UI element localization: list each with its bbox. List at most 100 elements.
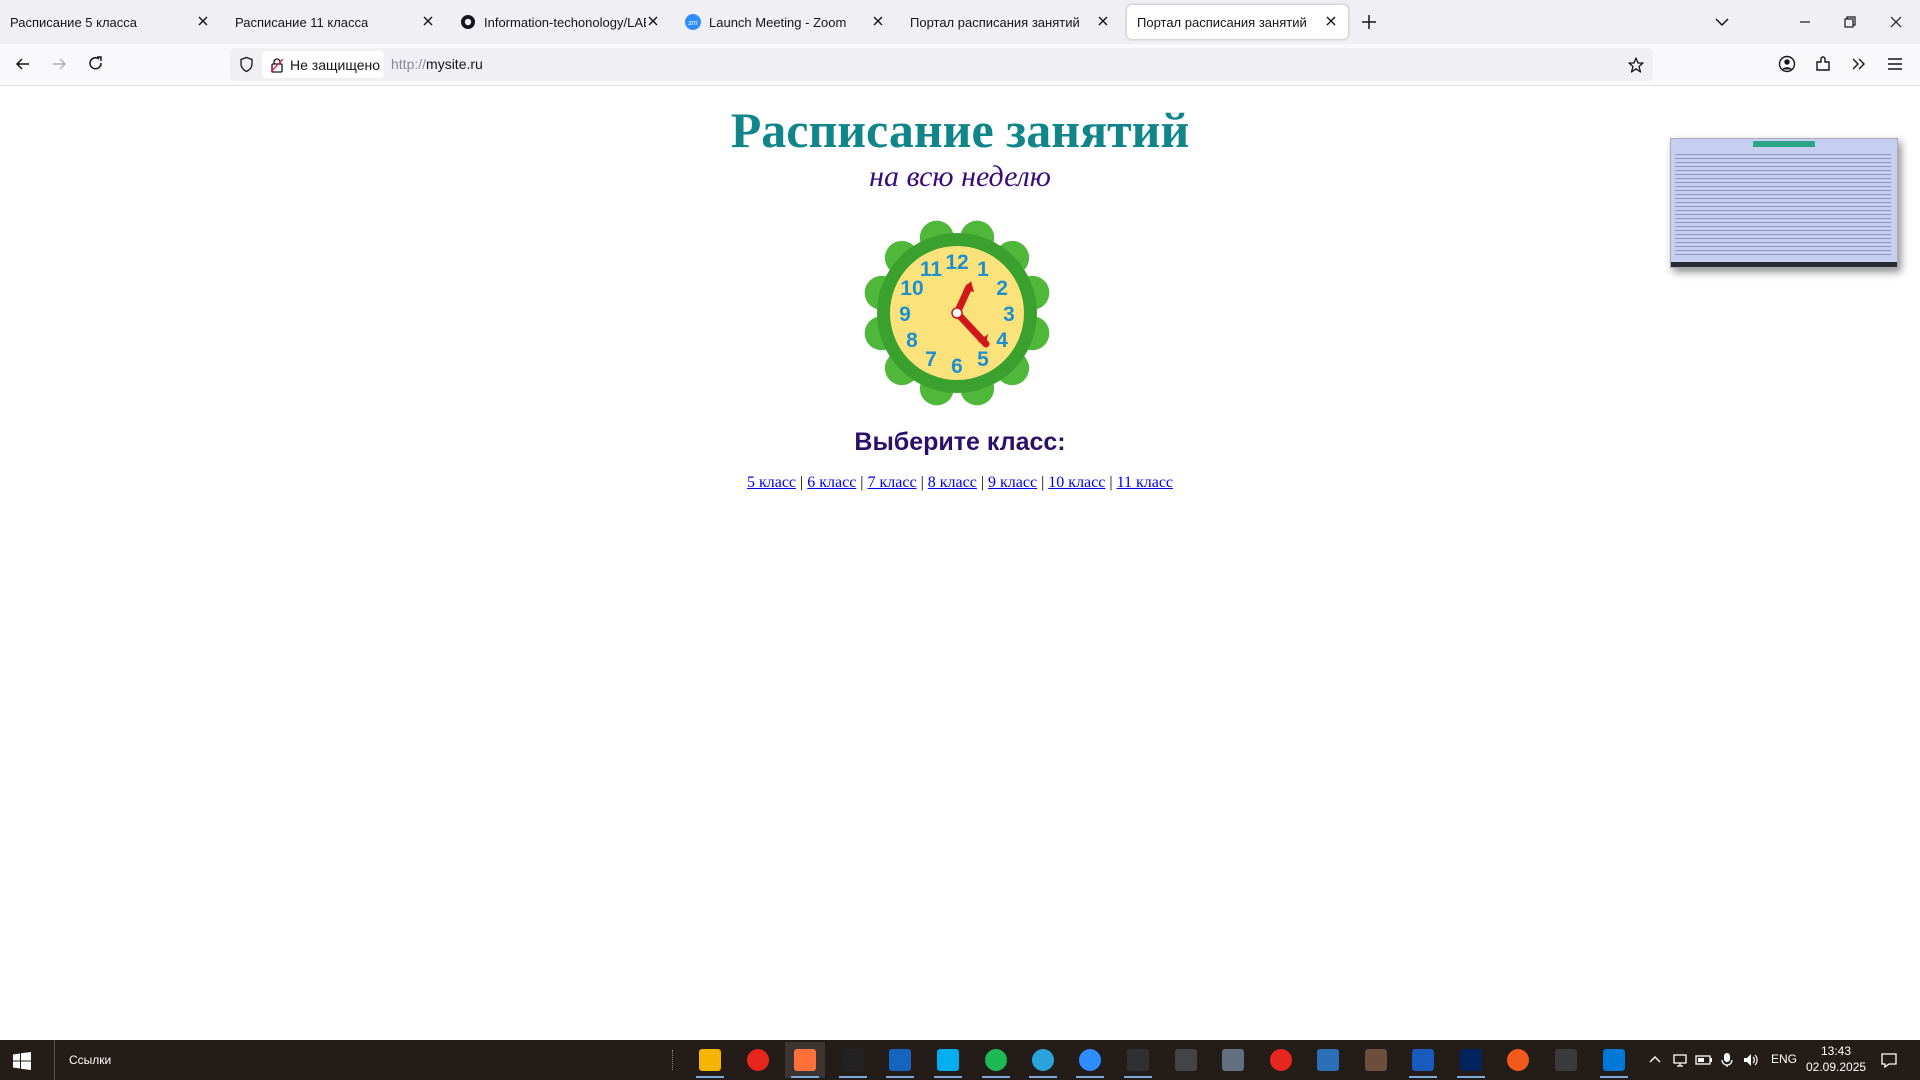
taskbar-app-firefox[interactable]	[785, 1042, 825, 1078]
running-indicator	[1029, 1076, 1057, 1078]
taskbar-app-zoom[interactable]	[1070, 1042, 1110, 1078]
shield-icon[interactable]	[238, 56, 255, 73]
tab-strip: Расписание 5 класса Расписание 11 класса…	[0, 0, 1920, 44]
network-icon[interactable]	[1672, 1052, 1688, 1068]
running-indicator	[1409, 1076, 1437, 1078]
running-indicator	[1124, 1076, 1152, 1078]
taskbar-app-obs[interactable]	[1118, 1042, 1158, 1078]
overflow-menu-icon[interactable]	[1849, 54, 1869, 74]
reload-icon[interactable]	[86, 54, 106, 74]
close-icon[interactable]	[1324, 14, 1338, 28]
account-icon[interactable]	[1777, 54, 1797, 74]
new-tab-icon[interactable]	[1360, 13, 1378, 31]
clock-digit-3: 3	[1003, 303, 1015, 326]
vscode-icon	[1603, 1049, 1625, 1071]
clock-digit-9: 9	[899, 303, 911, 326]
tray-time: 13:43	[1820, 1044, 1852, 1058]
restore-icon[interactable]	[1840, 12, 1860, 32]
tab-title: Портал расписания занятий	[1137, 14, 1307, 30]
class-link-8[interactable]: 8 класс	[928, 474, 977, 491]
running-indicator	[791, 1076, 819, 1078]
hamburger-menu-icon[interactable]	[1885, 54, 1905, 74]
extensions-icon[interactable]	[1813, 54, 1833, 74]
taskbar-app-cloud[interactable]	[1308, 1042, 1348, 1078]
site-security-button[interactable]: Не защищено	[262, 51, 384, 78]
taskbar-app-vscode[interactable]	[1594, 1042, 1634, 1078]
link-separator: |	[860, 474, 864, 491]
clock-tray[interactable]: 13:43 02.09.2025	[1806, 1043, 1866, 1075]
volume-icon[interactable]	[1742, 1052, 1760, 1068]
list-all-tabs-icon[interactable]	[1712, 12, 1732, 32]
language-indicator[interactable]: ENG	[1771, 1052, 1797, 1066]
microphone-icon[interactable]	[1720, 1052, 1734, 1068]
taskbar-app-screenshot[interactable]	[1356, 1042, 1396, 1078]
battery-icon[interactable]	[1695, 1052, 1713, 1068]
cloud-icon	[1317, 1049, 1339, 1071]
taskbar-app-app[interactable]	[1498, 1042, 1538, 1078]
powershell-icon	[1460, 1049, 1482, 1071]
floating-screenshot-preview[interactable]	[1670, 138, 1898, 268]
class-link-6[interactable]: 6 класс	[807, 474, 856, 491]
running-indicator	[934, 1076, 962, 1078]
telegram-icon	[1032, 1049, 1054, 1071]
clock-digit-1: 1	[977, 258, 989, 281]
class-link-7[interactable]: 7 класс	[868, 474, 917, 491]
windows-start-icon[interactable]	[12, 1051, 32, 1071]
forward-arrow-icon[interactable]	[49, 54, 69, 74]
url-host: mysite.ru	[426, 56, 483, 72]
libreoffice-icon	[889, 1049, 911, 1071]
security-label: Не защищено	[290, 56, 380, 73]
link-separator: |	[980, 474, 985, 491]
class-links: 5 класс | 6 класс | 7 класс | 8 класс | 9 класс |…	[0, 474, 1920, 492]
tab-schedule-5[interactable]: Расписание 5 класса	[0, 5, 220, 39]
taskbar-app-spotify[interactable]	[976, 1042, 1016, 1078]
notifications-icon[interactable]	[1880, 1051, 1898, 1069]
minimize-icon[interactable]	[1795, 12, 1815, 32]
chevron-up-icon[interactable]	[1648, 1053, 1662, 1067]
zoom-icon: zm	[685, 14, 701, 30]
clock-digit-5: 5	[977, 348, 989, 371]
tab-title: Information-techonology/LAB1	[484, 14, 646, 30]
back-arrow-icon[interactable]	[13, 54, 33, 74]
clock-center-pin	[951, 307, 963, 319]
class-link-11[interactable]: 11 класс	[1117, 474, 1173, 491]
close-icon[interactable]	[1096, 14, 1110, 28]
links-toolbar[interactable]: Ссылки	[54, 1040, 111, 1080]
class-link-9[interactable]: 9 класс	[988, 474, 1037, 491]
close-window-icon[interactable]	[1886, 12, 1906, 32]
toolbar-grip	[672, 1050, 675, 1070]
zoom-icon	[1079, 1049, 1101, 1071]
taskbar-app-image-viewer[interactable]	[1213, 1042, 1253, 1078]
tab-portal-active[interactable]: Портал расписания занятий	[1127, 5, 1348, 39]
tab-schedule-11[interactable]: Расписание 11 класса	[225, 5, 445, 39]
close-icon[interactable]	[871, 14, 885, 28]
link-separator: |	[1041, 474, 1045, 491]
tab-zoom[interactable]: zm Launch Meeting - Zoom	[675, 5, 895, 39]
taskbar-app-yandex[interactable]	[738, 1042, 778, 1078]
taskbar-app-word[interactable]	[1403, 1042, 1443, 1078]
url-text[interactable]: http://mysite.ru	[391, 56, 483, 72]
clock-digit-6: 6	[951, 355, 963, 378]
close-icon[interactable]	[196, 14, 210, 28]
taskbar-app-yandex-browser[interactable]	[1261, 1042, 1301, 1078]
svg-text:zm: zm	[688, 20, 698, 27]
running-indicator	[1600, 1076, 1628, 1078]
tab-github[interactable]: Information-techonology/LAB1	[450, 5, 670, 39]
class-link-10[interactable]: 10 класс	[1048, 474, 1105, 491]
tab-portal-1[interactable]: Портал расписания занятий	[900, 5, 1120, 39]
clock-digit-8: 8	[906, 329, 918, 352]
close-icon[interactable]	[421, 14, 435, 28]
taskbar-app-network-tool[interactable]	[1546, 1042, 1586, 1078]
taskbar-app-file-explorer[interactable]	[690, 1042, 730, 1078]
taskbar-app-intellij[interactable]	[833, 1042, 873, 1078]
taskbar-app-tool[interactable]	[1166, 1042, 1206, 1078]
taskbar-app-powershell[interactable]	[1451, 1042, 1491, 1078]
close-icon[interactable]	[646, 14, 660, 28]
address-bar[interactable]: Не защищено http://mysite.ru	[230, 48, 1653, 81]
taskbar-app-telegram[interactable]	[1023, 1042, 1063, 1078]
class-link-5[interactable]: 5 класс	[747, 474, 796, 491]
bookmark-star-icon[interactable]	[1627, 56, 1645, 74]
taskbar-app-skype[interactable]	[928, 1042, 968, 1078]
image-viewer-icon	[1222, 1049, 1244, 1071]
taskbar-app-libreoffice[interactable]	[880, 1042, 920, 1078]
